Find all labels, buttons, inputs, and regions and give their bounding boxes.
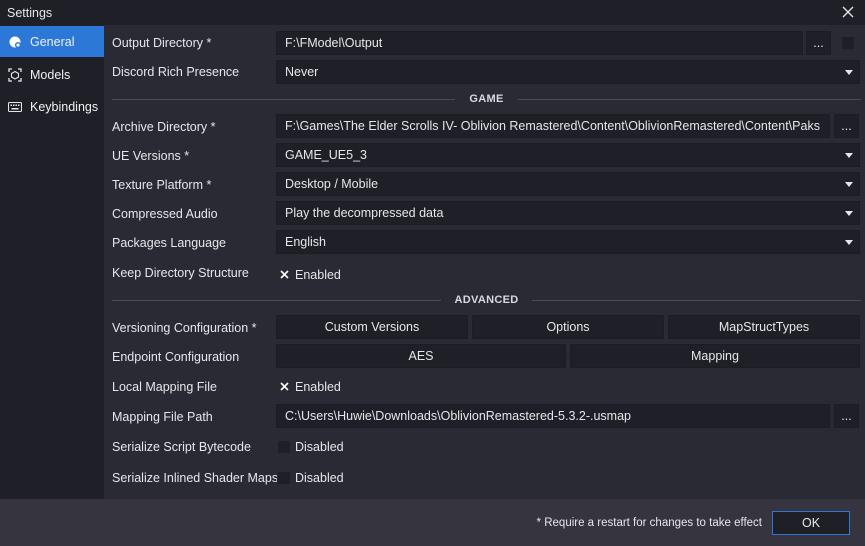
section-game: GAME xyxy=(112,92,862,106)
section-title: ADVANCED xyxy=(454,294,519,306)
chevron-down-icon xyxy=(845,211,853,216)
keyboard-icon xyxy=(0,101,30,113)
local-mapping-checkbox[interactable] xyxy=(277,379,291,393)
custom-versions-button[interactable]: Custom Versions xyxy=(276,315,468,339)
sidebar: General Models Keybindings xyxy=(0,25,104,499)
ok-button[interactable]: OK xyxy=(772,511,850,535)
sidebar-item-label: Models xyxy=(30,67,71,82)
ue-versions-value: GAME_UE5_3 xyxy=(285,148,367,162)
restart-note: * Require a restart for changes to take … xyxy=(536,517,762,529)
mapping-path-input[interactable]: C:\Users\Huwie\Downloads\OblivionRemaste… xyxy=(276,404,830,428)
chevron-down-icon xyxy=(845,182,853,187)
serialize-script-label: Serialize Script Bytecode xyxy=(112,440,251,454)
divider xyxy=(517,98,862,100)
chevron-down-icon xyxy=(845,153,853,158)
options-button[interactable]: Options xyxy=(472,315,664,339)
section-advanced: ADVANCED xyxy=(112,293,862,307)
check-x-icon xyxy=(279,381,289,391)
divider xyxy=(112,299,441,301)
sidebar-item-label: General xyxy=(30,34,75,49)
models-icon xyxy=(0,67,30,82)
serialize-shader-checkbox[interactable] xyxy=(277,471,291,485)
chevron-down-icon xyxy=(845,70,853,75)
window-title: Settings xyxy=(7,5,53,20)
archive-directory-input[interactable]: F:\Games\The Elder Scrolls IV- Oblivion … xyxy=(276,114,830,138)
mapping-button[interactable]: Mapping xyxy=(570,344,860,368)
packages-language-value: English xyxy=(285,235,326,249)
archive-directory-label: Archive Directory * xyxy=(112,120,216,134)
serialize-script-state: Disabled xyxy=(295,440,344,454)
endpoint-label: Endpoint Configuration xyxy=(112,350,240,364)
serialize-script-checkbox[interactable] xyxy=(277,440,291,454)
sidebar-item-general[interactable]: General xyxy=(0,26,104,57)
output-directory-browse-button[interactable]: ... xyxy=(806,31,831,55)
keep-directory-label: Keep Directory Structure xyxy=(112,266,249,280)
discord-value: Never xyxy=(285,65,319,79)
ue-versions-label: UE Versions * xyxy=(112,149,190,163)
ue-versions-select[interactable]: GAME_UE5_3 xyxy=(276,143,860,167)
archive-directory-browse-button[interactable]: ... xyxy=(834,114,859,138)
close-icon xyxy=(842,6,854,18)
compressed-audio-select[interactable]: Play the decompressed data xyxy=(276,201,860,225)
serialize-shader-label: Serialize Inlined Shader Maps xyxy=(112,471,279,485)
aes-button[interactable]: AES xyxy=(276,344,566,368)
packages-language-label: Packages Language xyxy=(112,236,226,250)
keep-directory-state: Enabled xyxy=(295,268,341,282)
output-directory-checkbox[interactable] xyxy=(841,36,855,50)
discord-label: Discord Rich Presence xyxy=(112,65,240,79)
footer: * Require a restart for changes to take … xyxy=(0,499,865,546)
packages-language-select[interactable]: English xyxy=(276,230,860,254)
compressed-audio-value: Play the decompressed data xyxy=(285,206,444,220)
divider xyxy=(532,299,862,301)
sidebar-item-label: Keybindings xyxy=(30,99,99,114)
check-x-icon xyxy=(279,269,289,279)
local-mapping-state: Enabled xyxy=(295,380,341,394)
output-directory-label: Output Directory * xyxy=(112,36,212,50)
local-mapping-label: Local Mapping File xyxy=(112,380,217,394)
sidebar-item-keybindings[interactable]: Keybindings xyxy=(0,91,104,122)
texture-platform-select[interactable]: Desktop / Mobile xyxy=(276,172,860,196)
divider xyxy=(112,98,456,100)
sidebar-item-models[interactable]: Models xyxy=(0,59,104,90)
output-directory-input[interactable]: F:\FModel\Output xyxy=(276,31,803,55)
versioning-label: Versioning Configuration * xyxy=(112,321,257,335)
mapping-path-browse-button[interactable]: ... xyxy=(834,404,859,428)
discord-select[interactable]: Never xyxy=(276,60,860,84)
texture-platform-value: Desktop / Mobile xyxy=(285,177,379,191)
map-struct-types-button[interactable]: MapStructTypes xyxy=(668,315,860,339)
compressed-audio-label: Compressed Audio xyxy=(112,207,218,221)
settings-panel: Output Directory * F:\FModel\Output ... … xyxy=(104,25,865,499)
chevron-down-icon xyxy=(845,240,853,245)
serialize-shader-state: Disabled xyxy=(295,471,344,485)
section-title: GAME xyxy=(469,93,504,105)
keep-directory-checkbox[interactable] xyxy=(277,267,291,281)
close-button[interactable] xyxy=(837,2,859,22)
title-bar: Settings xyxy=(0,0,865,25)
mapping-path-label: Mapping File Path xyxy=(112,410,213,424)
texture-platform-label: Texture Platform * xyxy=(112,178,212,192)
general-icon xyxy=(0,35,30,49)
